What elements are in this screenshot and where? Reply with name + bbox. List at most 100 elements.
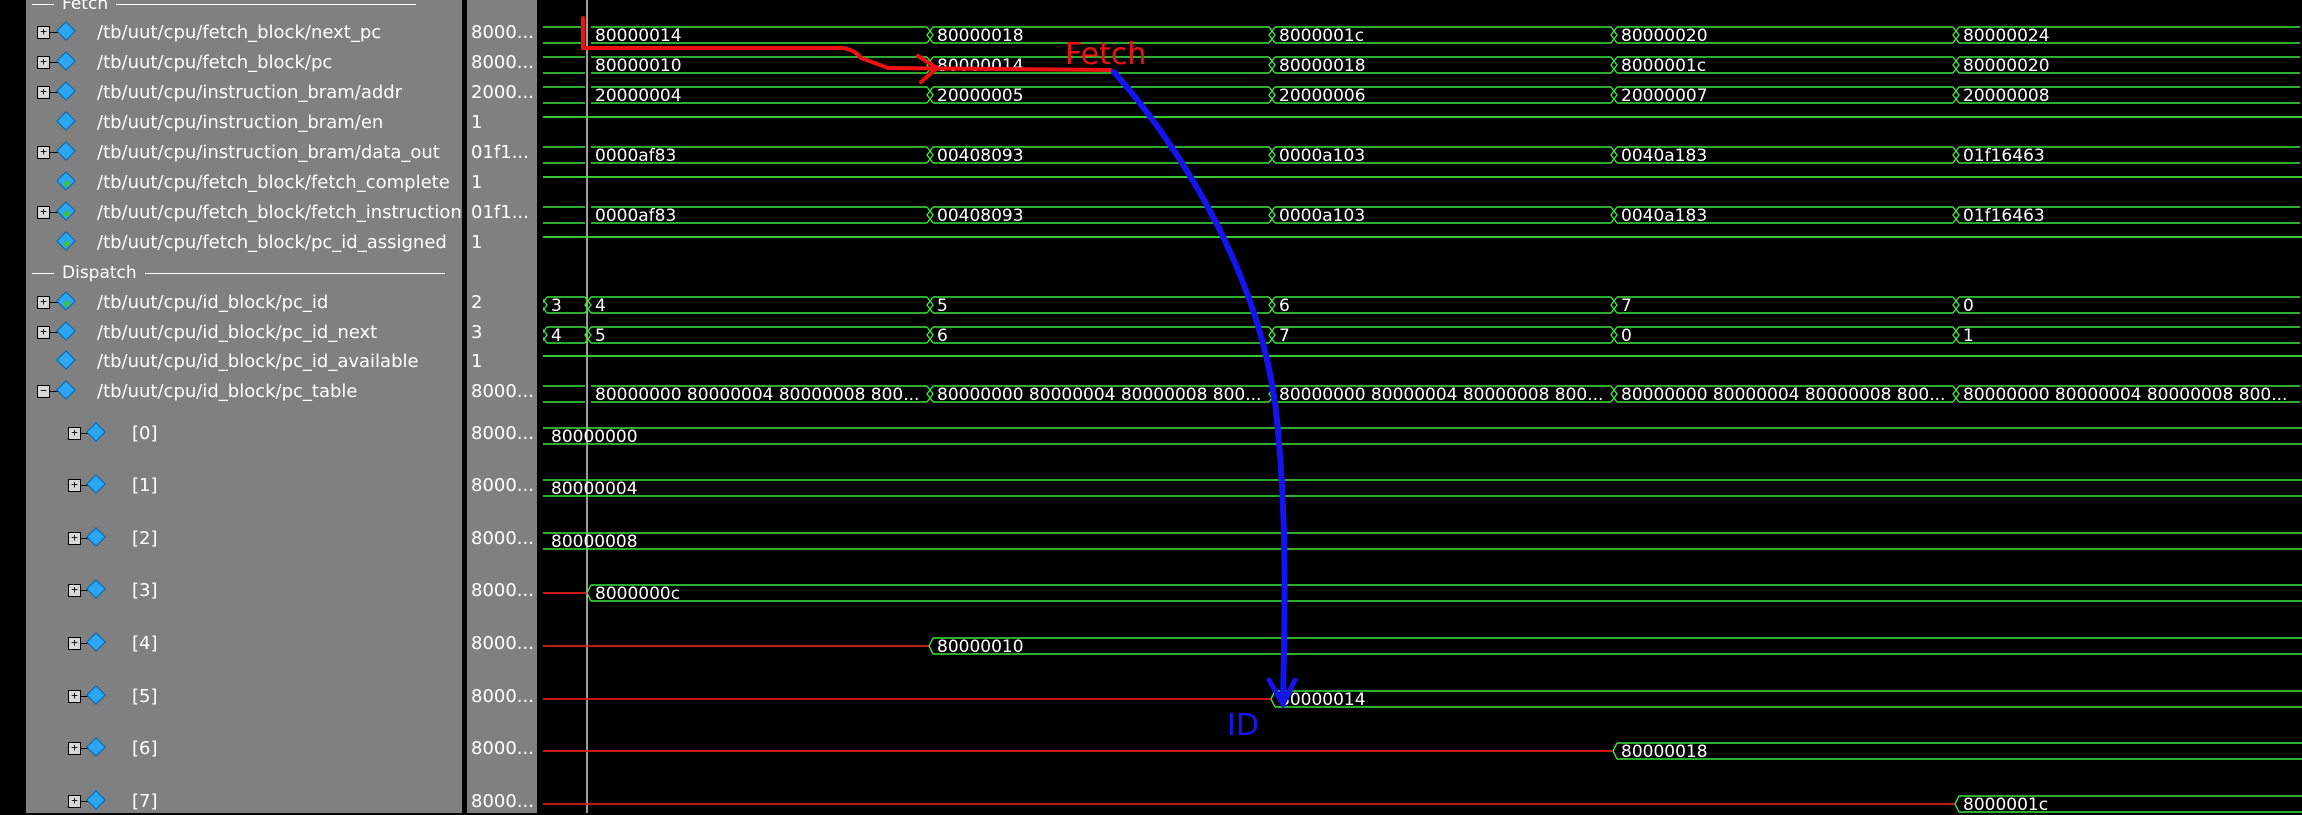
bus-value-label: 01f16463 — [1963, 206, 2045, 226]
signal-value: 2000... — [471, 82, 534, 103]
expand-icon[interactable]: + — [37, 86, 50, 99]
bus-value-label: 0000a103 — [1279, 206, 1365, 226]
bus-value-label: 0040a183 — [1621, 146, 1707, 166]
signal-name: [1] — [132, 475, 158, 496]
signal-row[interactable]: + [1] 8000... — [0, 471, 543, 499]
signal-name: /tb/uut/cpu/fetch_block/fetch_instructio… — [97, 202, 462, 223]
bus-transition — [1952, 56, 1960, 74]
expand-icon[interactable]: + — [37, 146, 50, 159]
signal-row[interactable]: + [3] 8000... — [0, 576, 543, 604]
signal-name: /tb/uut/cpu/fetch_block/pc — [97, 52, 333, 73]
bus-transition — [926, 86, 934, 104]
signal-name: [0] — [132, 423, 158, 444]
expand-icon[interactable]: + — [68, 742, 81, 755]
bus-value-label: 0000af83 — [595, 206, 676, 226]
bus-value-label: 80000018 — [1621, 742, 1708, 762]
group-header-dispatch[interactable]: Dispatch — [28, 263, 445, 283]
bus-value-label: 80000018 — [937, 26, 1024, 46]
signal-row[interactable]: − /tb/uut/cpu/id_block/pc_table 8000... — [0, 377, 543, 405]
signal-value: 8000... — [471, 381, 534, 402]
bus-segment — [933, 296, 1269, 314]
bus-segment — [1617, 742, 2302, 760]
expand-icon[interactable]: + — [68, 584, 81, 597]
signal-row[interactable]: /tb/uut/cpu/instruction_bram/en 1 — [0, 108, 543, 136]
signal-icon — [56, 81, 76, 101]
expand-icon[interactable]: + — [37, 26, 50, 39]
signal-row[interactable]: + /tb/uut/cpu/fetch_block/next_pc 8000... — [0, 18, 543, 46]
signal-row[interactable]: /tb/uut/cpu/fetch_block/pc_id_assigned 1 — [0, 228, 543, 256]
bus-value-label: 0 — [1621, 326, 1632, 346]
signal-value: 8000... — [471, 528, 534, 549]
expand-icon[interactable]: + — [37, 56, 50, 69]
expand-icon[interactable]: + — [68, 427, 81, 440]
signal-row[interactable]: + [6] 8000... — [0, 734, 543, 762]
bus-value-label: 00408093 — [937, 206, 1024, 226]
bus-value-label: 0 — [1963, 296, 1974, 316]
bus-value-label: 80000000 80000004 80000008 800... — [1279, 385, 1603, 405]
bus-value-label: 80000004 — [551, 479, 638, 499]
expand-icon[interactable]: + — [68, 479, 81, 492]
signal-row[interactable]: + /tb/uut/cpu/instruction_bram/data_out 01… — [0, 138, 543, 166]
bus-transition — [1952, 86, 1960, 104]
signal-icon — [56, 321, 76, 341]
bus-segment — [543, 479, 2302, 497]
expand-icon[interactable]: + — [37, 296, 50, 309]
expand-icon[interactable]: + — [68, 795, 81, 808]
signal-row[interactable]: + /tb/uut/cpu/fetch_block/pc 8000... — [0, 48, 543, 76]
expand-icon[interactable]: + — [68, 532, 81, 545]
expand-icon[interactable]: + — [68, 690, 81, 703]
bus-segment — [1617, 326, 1953, 344]
signal-value: 2 — [471, 292, 483, 313]
signal-row[interactable]: + /tb/uut/cpu/id_block/pc_id_next 3 — [0, 318, 543, 346]
signal-name: [4] — [132, 633, 158, 654]
signal-row[interactable]: + [2] 8000... — [0, 524, 543, 552]
signal-value: 8000... — [471, 633, 534, 654]
signal-name: /tb/uut/cpu/fetch_block/pc_id_assigned — [97, 232, 447, 253]
signal-row[interactable]: /tb/uut/cpu/id_block/pc_id_available 1 — [0, 347, 543, 375]
bus-value-label: 6 — [937, 326, 948, 346]
signal-row[interactable]: + /tb/uut/cpu/instruction_bram/addr 2000..… — [0, 78, 543, 106]
collapse-icon[interactable]: − — [37, 385, 50, 398]
bus-transition — [584, 296, 592, 314]
group-header-fetch[interactable]: Fetch — [28, 0, 417, 14]
bus-value-label: 80000014 — [595, 26, 682, 46]
waveform-canvas[interactable]: 80000014 80000018 8000001c 80000020 80000024… — [543, 0, 2302, 813]
bus-value-label: 80000020 — [1963, 56, 2050, 76]
signal-row[interactable]: + [0] 8000... — [0, 419, 543, 447]
signal-value: 8000... — [471, 791, 534, 812]
bus-segment — [591, 326, 927, 344]
expand-icon[interactable]: + — [37, 206, 50, 219]
signal-value: 3 — [471, 322, 483, 343]
bus-segment — [543, 26, 585, 44]
bus-value-label: 80000010 — [937, 637, 1024, 657]
expand-icon[interactable]: + — [37, 326, 50, 339]
bus-transition — [1610, 296, 1618, 314]
bus-value-label: 1 — [1963, 326, 1974, 346]
waveform-pane[interactable]: 80000014 80000018 8000001c 80000020 80000024… — [543, 0, 2302, 813]
signal-name: /tb/uut/cpu/instruction_bram/data_out — [97, 142, 440, 163]
bus-segment — [933, 637, 2302, 655]
signal-name: [6] — [132, 738, 158, 759]
signal-name: /tb/uut/cpu/id_block/pc_id — [97, 292, 329, 313]
signal-icon — [86, 579, 106, 599]
bus-value-label: 20000008 — [1963, 86, 2050, 106]
expand-icon[interactable]: + — [68, 637, 81, 650]
bus-transition — [1268, 296, 1276, 314]
signal-row[interactable]: + [5] 8000... — [0, 682, 543, 710]
signal-row[interactable]: + /tb/uut/cpu/fetch_block/fetch_instructi… — [0, 198, 543, 226]
bus-value-label: 20000005 — [937, 86, 1024, 106]
bus-value-label: 80000024 — [1963, 26, 2050, 46]
signal-row[interactable]: + [4] 8000... — [0, 629, 543, 657]
signal-continuous-icon — [56, 171, 76, 191]
signal-row[interactable]: /tb/uut/cpu/fetch_block/fetch_complete 1 — [0, 168, 543, 196]
bus-transition — [1952, 326, 1960, 344]
bus-value-label: 01f16463 — [1963, 146, 2045, 166]
signal-row[interactable]: + [7] 8000... — [0, 787, 543, 815]
bus-transition — [1610, 206, 1618, 224]
bus-value-label: 8000001c — [1963, 795, 2048, 813]
signal-name: /tb/uut/cpu/id_block/pc_id_available — [97, 351, 419, 372]
bus-segment — [591, 584, 2302, 602]
bus-transition — [1952, 26, 1960, 44]
signal-row[interactable]: + /tb/uut/cpu/id_block/pc_id 2 — [0, 288, 543, 316]
bus-value-label: 0000af83 — [595, 146, 676, 166]
